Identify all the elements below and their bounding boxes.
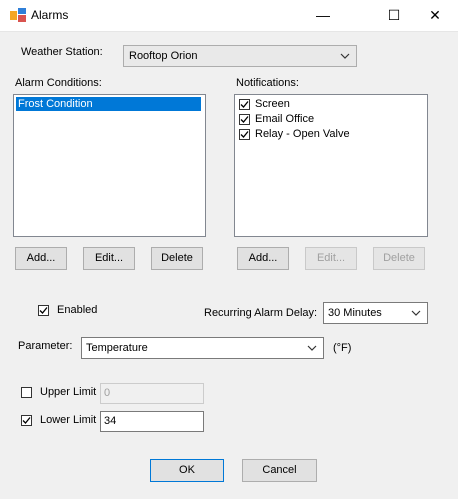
edit-notification-button[interactable]: Edit...	[305, 247, 357, 270]
checkmark-icon	[22, 417, 31, 424]
title-bar: Alarms — ☐ ✕	[0, 0, 458, 32]
app-icon	[10, 8, 26, 22]
checkmark-icon	[240, 116, 249, 123]
notification-label: Screen	[255, 98, 290, 110]
checkmark-icon	[240, 101, 249, 108]
lower-limit-checkbox[interactable]	[21, 415, 32, 426]
lower-limit-label: Lower Limit	[40, 414, 97, 426]
weather-station-label: Weather Station:	[21, 46, 103, 58]
upper-limit-field[interactable]: 0	[100, 383, 204, 404]
notification-label: Relay - Open Valve	[255, 128, 350, 140]
alarm-conditions-list[interactable]: Frost Condition	[13, 94, 206, 237]
parameter-combo[interactable]: Temperature	[81, 337, 324, 359]
alarm-conditions-label: Alarm Conditions:	[15, 77, 102, 89]
notifications-list[interactable]: Screen Email Office Relay - Open Valve	[234, 94, 428, 237]
parameter-label: Parameter:	[18, 340, 73, 352]
checkmark-icon	[240, 131, 249, 138]
add-condition-button[interactable]: Add...	[15, 247, 67, 270]
notifications-label: Notifications:	[236, 77, 299, 89]
recurring-delay-combo[interactable]: 30 Minutes	[323, 302, 428, 324]
ok-button[interactable]: OK	[150, 459, 224, 482]
maximize-button[interactable]: ☐	[371, 0, 417, 31]
chevron-down-icon	[307, 345, 317, 351]
parameter-unit: (°F)	[333, 342, 352, 354]
weather-station-value: Rooftop Orion	[129, 50, 198, 62]
close-button[interactable]: ✕	[412, 0, 458, 31]
add-notification-button[interactable]: Add...	[237, 247, 289, 270]
edit-condition-button[interactable]: Edit...	[83, 247, 135, 270]
recurring-delay-label: Recurring Alarm Delay:	[204, 307, 318, 319]
chevron-down-icon	[340, 53, 350, 59]
notification-label: Email Office	[255, 113, 315, 125]
delete-notification-button[interactable]: Delete	[373, 247, 425, 270]
checkmark-icon	[39, 307, 48, 314]
notification-checkbox[interactable]	[239, 114, 250, 125]
recurring-delay-value: 30 Minutes	[328, 307, 382, 319]
parameter-value: Temperature	[86, 342, 148, 354]
notification-checkbox[interactable]	[239, 129, 250, 140]
list-item[interactable]: Frost Condition	[16, 97, 201, 111]
upper-limit-label: Upper Limit	[40, 386, 97, 398]
notification-checkbox[interactable]	[239, 99, 250, 110]
lower-limit-field[interactable]: 34	[100, 411, 204, 432]
minimize-button[interactable]: —	[300, 0, 346, 31]
window-title: Alarms	[31, 8, 69, 22]
chevron-down-icon	[411, 310, 421, 316]
cancel-button[interactable]: Cancel	[242, 459, 317, 482]
upper-limit-checkbox[interactable]	[21, 387, 32, 398]
weather-station-combo[interactable]: Rooftop Orion	[123, 45, 357, 67]
enabled-checkbox[interactable]	[38, 305, 49, 316]
delete-condition-button[interactable]: Delete	[151, 247, 203, 270]
enabled-label: Enabled	[57, 304, 98, 316]
